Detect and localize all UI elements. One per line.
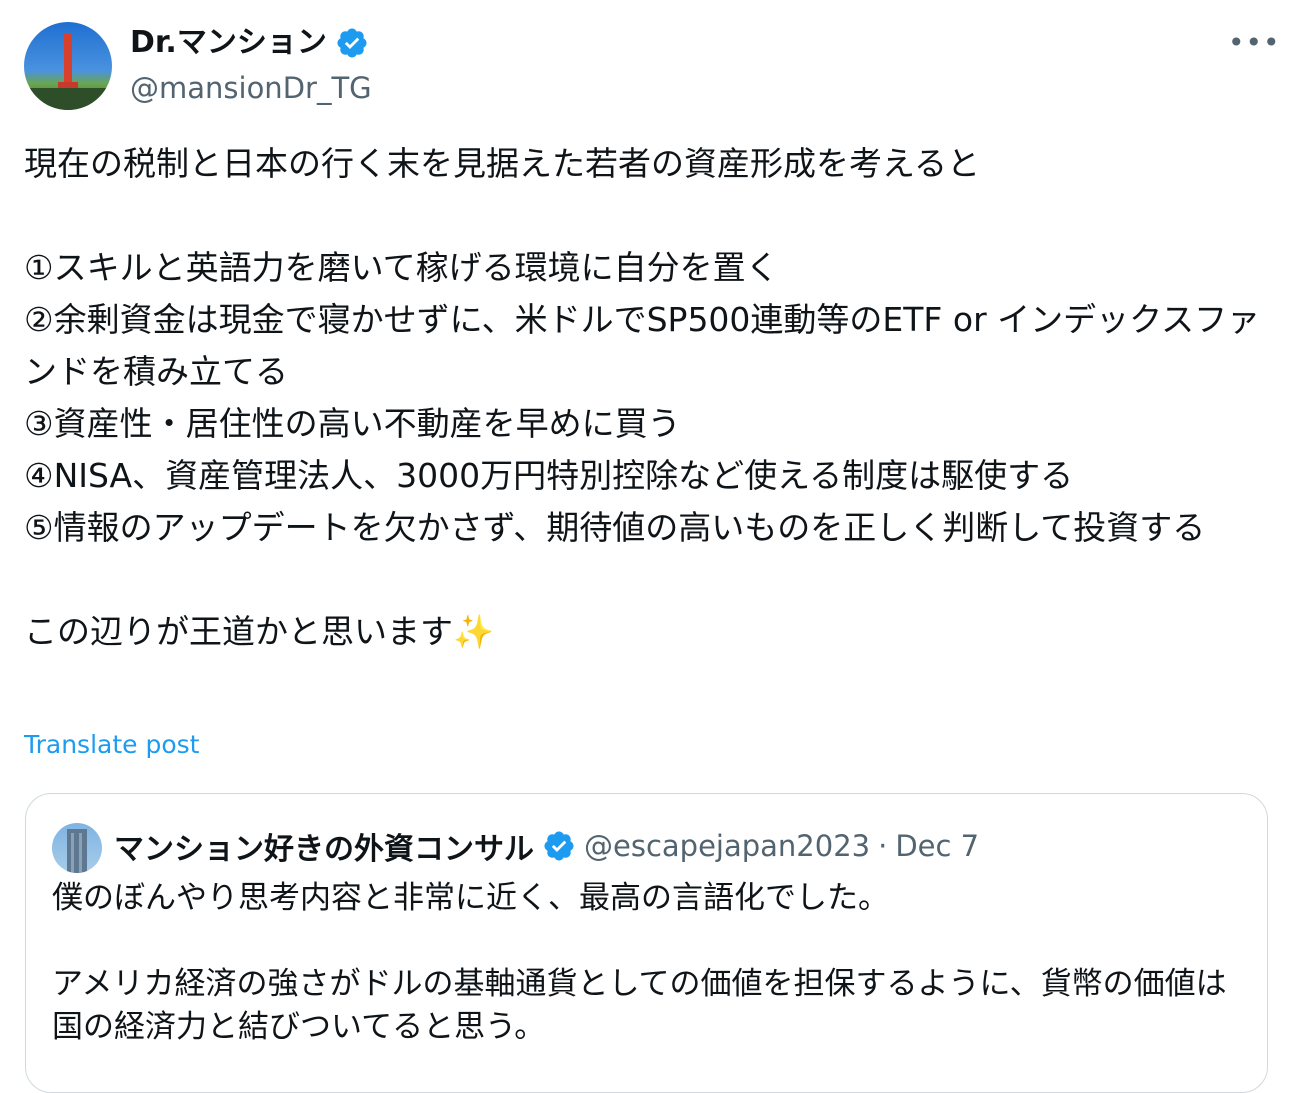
post-avatar[interactable] — [24, 22, 112, 110]
quoted-separator: · — [878, 829, 888, 863]
verified-badge-icon — [337, 28, 367, 58]
quoted-text: 僕のぼんやり思考内容と非常に近く、最高の言語化でした。 アメリカ経済の強さがドル… — [52, 880, 1227, 1045]
translate-post-link[interactable]: Translate post — [24, 728, 199, 762]
quoted-header: マンション好きの外資コンサル @escapejapan2023 · Dec 7 — [114, 824, 979, 868]
quoted-date[interactable]: Dec 7 — [895, 829, 979, 863]
quoted-avatar[interactable] — [52, 823, 102, 873]
quoted-author-name[interactable]: マンション好きの外資コンサル — [114, 824, 534, 868]
author-name-row[interactable]: Dr.マンション — [130, 24, 369, 62]
author-name[interactable]: Dr.マンション — [130, 24, 327, 62]
quoted-verified-badge-icon — [544, 831, 574, 861]
author-handle[interactable]: @mansionDr_TG — [130, 70, 372, 106]
quoted-author-handle[interactable]: @escapejapan2023 — [584, 829, 870, 863]
more-options-icon[interactable]: ••• — [1228, 29, 1280, 57]
post-text: 現在の税制と日本の行く末を見据えた若者の資産形成を考えると ①スキルと英語力を磨… — [24, 144, 1261, 651]
quoted-post[interactable]: マンション好きの外資コンサル @escapejapan2023 · Dec 7 … — [25, 793, 1268, 1093]
